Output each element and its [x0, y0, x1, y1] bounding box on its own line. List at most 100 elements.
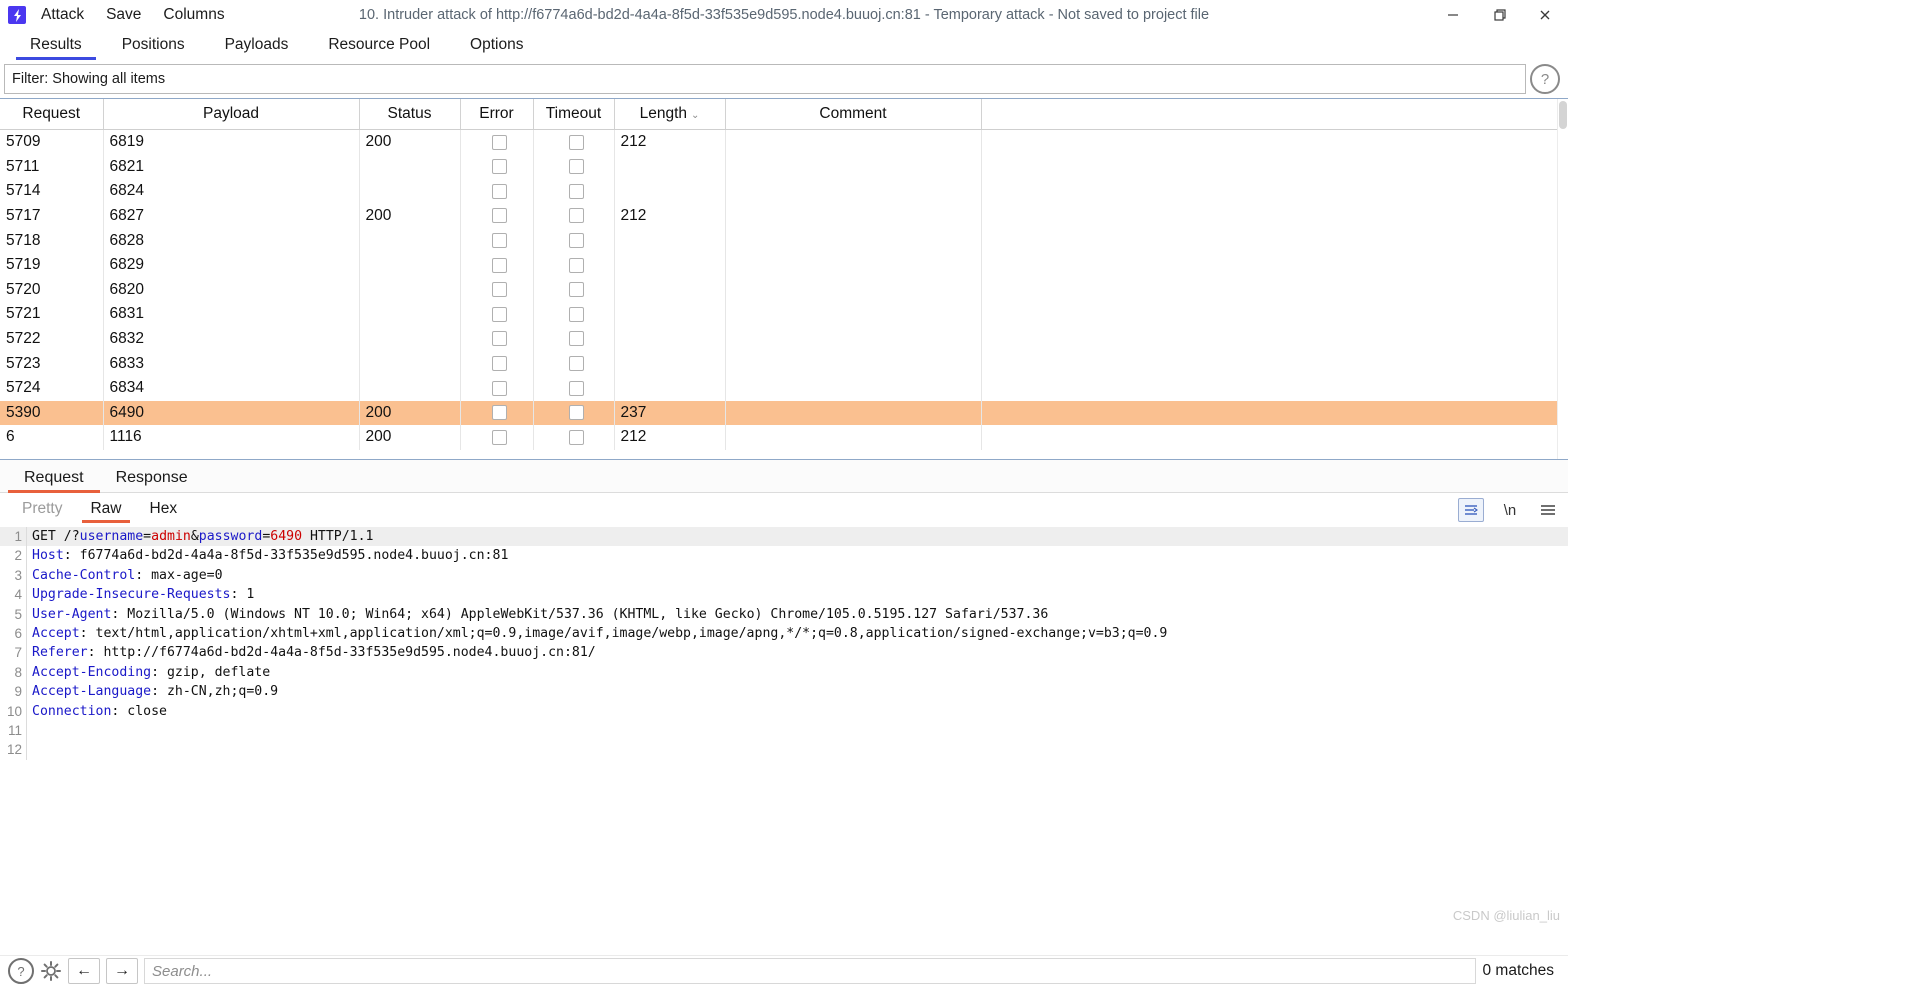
cell-length: 237	[614, 401, 725, 426]
cell-status: 200	[359, 204, 460, 229]
error-checkbox[interactable]	[492, 233, 507, 248]
table-row[interactable]: 5711 6821	[0, 155, 1558, 180]
view-tab-hex[interactable]: Hex	[136, 498, 192, 523]
cell-length	[614, 351, 725, 376]
timeout-checkbox[interactable]	[569, 184, 584, 199]
word-wrap-icon[interactable]	[1458, 498, 1484, 522]
table-row[interactable]: 5722 6832	[0, 327, 1558, 352]
cell-request: 5711	[0, 155, 103, 180]
column-header-length[interactable]: Length⌄	[614, 99, 725, 130]
error-checkbox[interactable]	[492, 430, 507, 445]
table-row[interactable]: 5721 6831	[0, 302, 1558, 327]
cell-length	[614, 327, 725, 352]
table-row[interactable]: 5723 6833	[0, 351, 1558, 376]
error-checkbox[interactable]	[492, 405, 507, 420]
menu-item-columns[interactable]: Columns	[162, 4, 225, 26]
column-header-error[interactable]: Error	[460, 99, 533, 130]
cell-length	[614, 228, 725, 253]
code-content: Accept: text/html,application/xhtml+xml,…	[27, 624, 1167, 643]
newline-toggle[interactable]: \n	[1498, 499, 1522, 521]
results-scrollbar-thumb[interactable]	[1559, 101, 1567, 129]
cell-payload: 6824	[103, 179, 359, 204]
cell-error	[460, 327, 533, 352]
code-content	[27, 721, 32, 740]
gear-icon[interactable]	[40, 960, 62, 982]
tab-positions[interactable]: Positions	[102, 32, 205, 60]
tab-request[interactable]: Request	[8, 466, 100, 492]
table-row[interactable]: 5719 6829	[0, 253, 1558, 278]
cell-request: 5390	[0, 401, 103, 426]
error-checkbox[interactable]	[492, 331, 507, 346]
error-checkbox[interactable]	[492, 208, 507, 223]
error-checkbox[interactable]	[492, 381, 507, 396]
error-checkbox[interactable]	[492, 282, 507, 297]
timeout-checkbox[interactable]	[569, 135, 584, 150]
table-row[interactable]: 5714 6824	[0, 179, 1558, 204]
error-checkbox[interactable]	[492, 356, 507, 371]
view-tab-raw[interactable]: Raw	[76, 498, 135, 523]
timeout-checkbox[interactable]	[569, 381, 584, 396]
filter-input[interactable]: Filter: Showing all items	[4, 64, 1526, 94]
table-row[interactable]: 5717 6827 200 212	[0, 204, 1558, 229]
column-header-timeout[interactable]: Timeout	[533, 99, 614, 130]
line-number: 8	[0, 663, 27, 682]
help-icon[interactable]: ?	[8, 958, 34, 984]
timeout-checkbox[interactable]	[569, 159, 584, 174]
table-row-selected[interactable]: 5390 6490 200 237	[0, 401, 1558, 426]
error-checkbox[interactable]	[492, 307, 507, 322]
column-header-status[interactable]: Status	[359, 99, 460, 130]
column-header-payload[interactable]: Payload	[103, 99, 359, 130]
cell-status	[359, 278, 460, 303]
forward-arrow-icon[interactable]: →	[106, 958, 138, 984]
column-header-comment[interactable]: Comment	[725, 99, 981, 130]
timeout-checkbox[interactable]	[569, 258, 584, 273]
maximize-icon[interactable]	[1476, 0, 1522, 30]
table-row[interactable]: 5718 6828	[0, 228, 1558, 253]
help-icon[interactable]: ?	[1530, 64, 1560, 94]
code-seg: : close	[111, 704, 167, 719]
timeout-checkbox[interactable]	[569, 307, 584, 322]
request-editor[interactable]: 1 GET /?username=admin&password=6490 HTT…	[0, 527, 1568, 955]
tab-payloads[interactable]: Payloads	[205, 32, 309, 60]
timeout-checkbox[interactable]	[569, 282, 584, 297]
column-header-request[interactable]: Request	[0, 99, 103, 130]
cell-timeout	[533, 376, 614, 401]
minimize-icon[interactable]	[1430, 0, 1476, 30]
back-arrow-icon[interactable]: ←	[68, 958, 100, 984]
code-content: Connection: close	[27, 702, 167, 721]
cell-status	[359, 228, 460, 253]
cell-length	[614, 302, 725, 327]
timeout-checkbox[interactable]	[569, 233, 584, 248]
error-checkbox[interactable]	[492, 184, 507, 199]
error-checkbox[interactable]	[492, 159, 507, 174]
cell-request: 5723	[0, 351, 103, 376]
cell-error	[460, 351, 533, 376]
editor-menu-icon[interactable]	[1536, 499, 1560, 521]
tab-results[interactable]: Results	[10, 32, 102, 60]
table-row[interactable]: 5720 6820	[0, 278, 1558, 303]
error-checkbox[interactable]	[492, 135, 507, 150]
cell-length	[614, 278, 725, 303]
view-tab-pretty[interactable]: Pretty	[8, 498, 76, 523]
code-line: 10 Connection: close	[0, 702, 1568, 721]
timeout-checkbox[interactable]	[569, 331, 584, 346]
timeout-checkbox[interactable]	[569, 356, 584, 371]
close-icon[interactable]	[1522, 0, 1568, 30]
results-scrollbar[interactable]	[1557, 99, 1568, 459]
timeout-checkbox[interactable]	[569, 208, 584, 223]
table-row[interactable]: 6 1116 200 212	[0, 425, 1558, 450]
tab-response[interactable]: Response	[100, 466, 204, 492]
table-row[interactable]: 5709 6819 200 212	[0, 130, 1558, 155]
code-seg: : zh-CN,zh;q=0.9	[151, 684, 278, 699]
timeout-checkbox[interactable]	[569, 430, 584, 445]
search-input[interactable]: Search...	[144, 958, 1476, 984]
error-checkbox[interactable]	[492, 258, 507, 273]
code-seg-header-key: Accept	[32, 626, 80, 641]
cell-spacer	[981, 130, 1558, 155]
menu-item-attack[interactable]: Attack	[40, 4, 85, 26]
menu-item-save[interactable]: Save	[105, 4, 142, 26]
tab-options[interactable]: Options	[450, 32, 543, 60]
timeout-checkbox[interactable]	[569, 405, 584, 420]
tab-resource-pool[interactable]: Resource Pool	[308, 32, 450, 60]
table-row[interactable]: 5724 6834	[0, 376, 1558, 401]
